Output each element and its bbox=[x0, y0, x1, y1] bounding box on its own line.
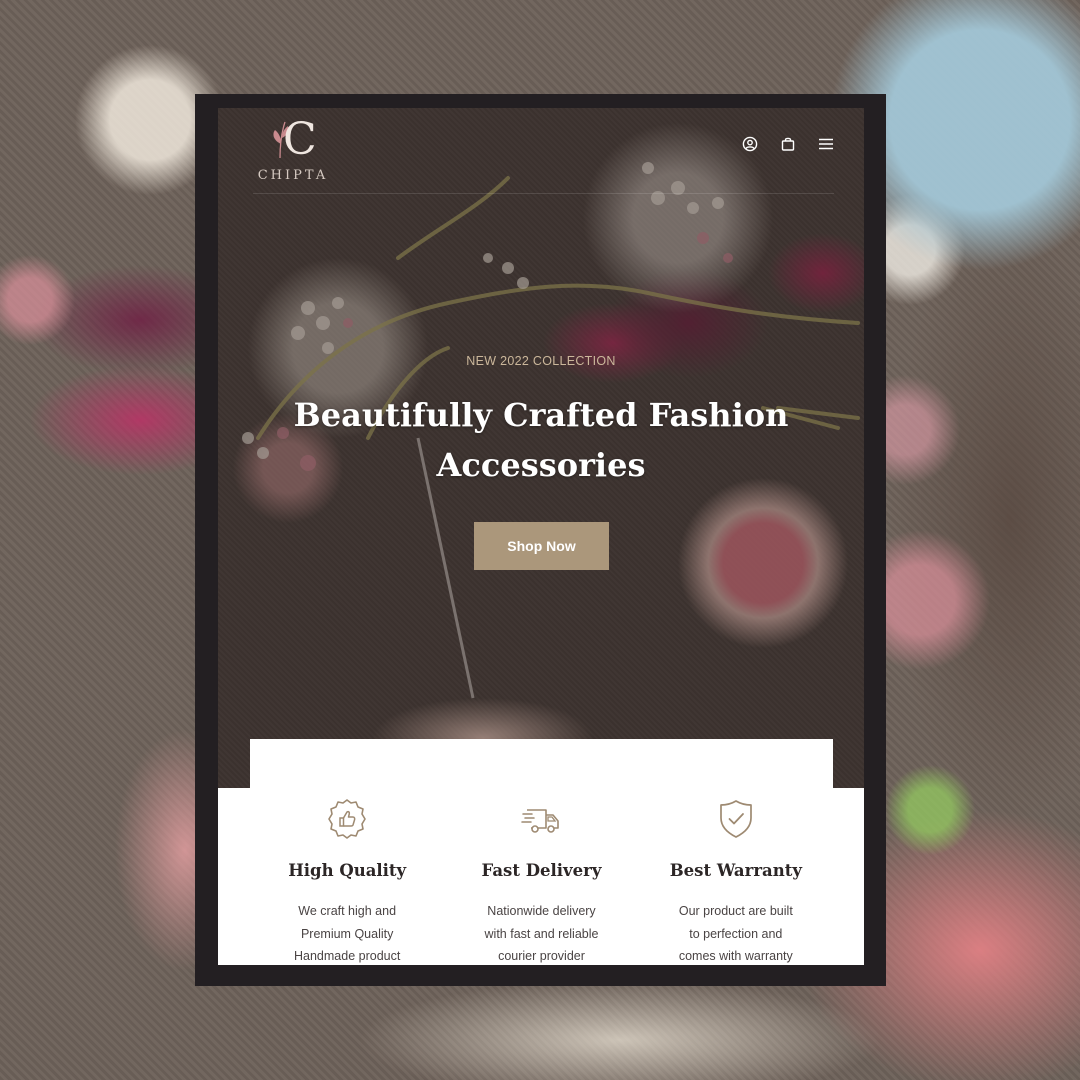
logo-monogram: C bbox=[283, 114, 317, 165]
features-section: High Quality We craft high and Premium Q… bbox=[250, 739, 833, 965]
user-icon[interactable] bbox=[742, 136, 758, 152]
device-frame: C CHIPTA NEW 2022 COLLECTION Beautifully… bbox=[195, 94, 886, 986]
feature-title: High Quality bbox=[288, 861, 407, 880]
feature-title: Fast Delivery bbox=[481, 861, 602, 880]
feature-best-warranty: Best Warranty Our product are built to p… bbox=[639, 739, 833, 965]
feature-description: Our product are built to perfection and … bbox=[678, 904, 793, 963]
hero-headline: Beautifully Crafted Fashion Accessories bbox=[293, 396, 789, 484]
hero-eyebrow: NEW 2022 COLLECTION bbox=[466, 354, 616, 368]
menu-icon[interactable] bbox=[818, 136, 834, 152]
hero-section: C CHIPTA NEW 2022 COLLECTION Beautifully… bbox=[218, 108, 864, 788]
shop-now-button[interactable]: Shop Now bbox=[474, 522, 609, 570]
logo-wordmark: CHIPTA bbox=[257, 168, 329, 183]
brand-logo[interactable]: C CHIPTA bbox=[253, 116, 333, 186]
feature-fast-delivery: Fast Delivery Nationwide delivery with f… bbox=[444, 739, 638, 965]
thumbs-up-badge-icon bbox=[328, 799, 366, 839]
feature-description: Nationwide delivery with fast and reliab… bbox=[484, 904, 599, 963]
bag-icon[interactable] bbox=[780, 136, 796, 152]
feature-high-quality: High Quality We craft high and Premium Q… bbox=[250, 739, 444, 965]
header-actions bbox=[742, 136, 834, 152]
header-divider bbox=[253, 193, 834, 194]
delivery-truck-icon bbox=[521, 809, 560, 833]
feature-description: We craft high and Premium Quality Handma… bbox=[294, 904, 401, 963]
shield-check-icon bbox=[719, 800, 752, 838]
website-screen: C CHIPTA NEW 2022 COLLECTION Beautifully… bbox=[218, 108, 864, 965]
feature-title: Best Warranty bbox=[669, 861, 802, 880]
